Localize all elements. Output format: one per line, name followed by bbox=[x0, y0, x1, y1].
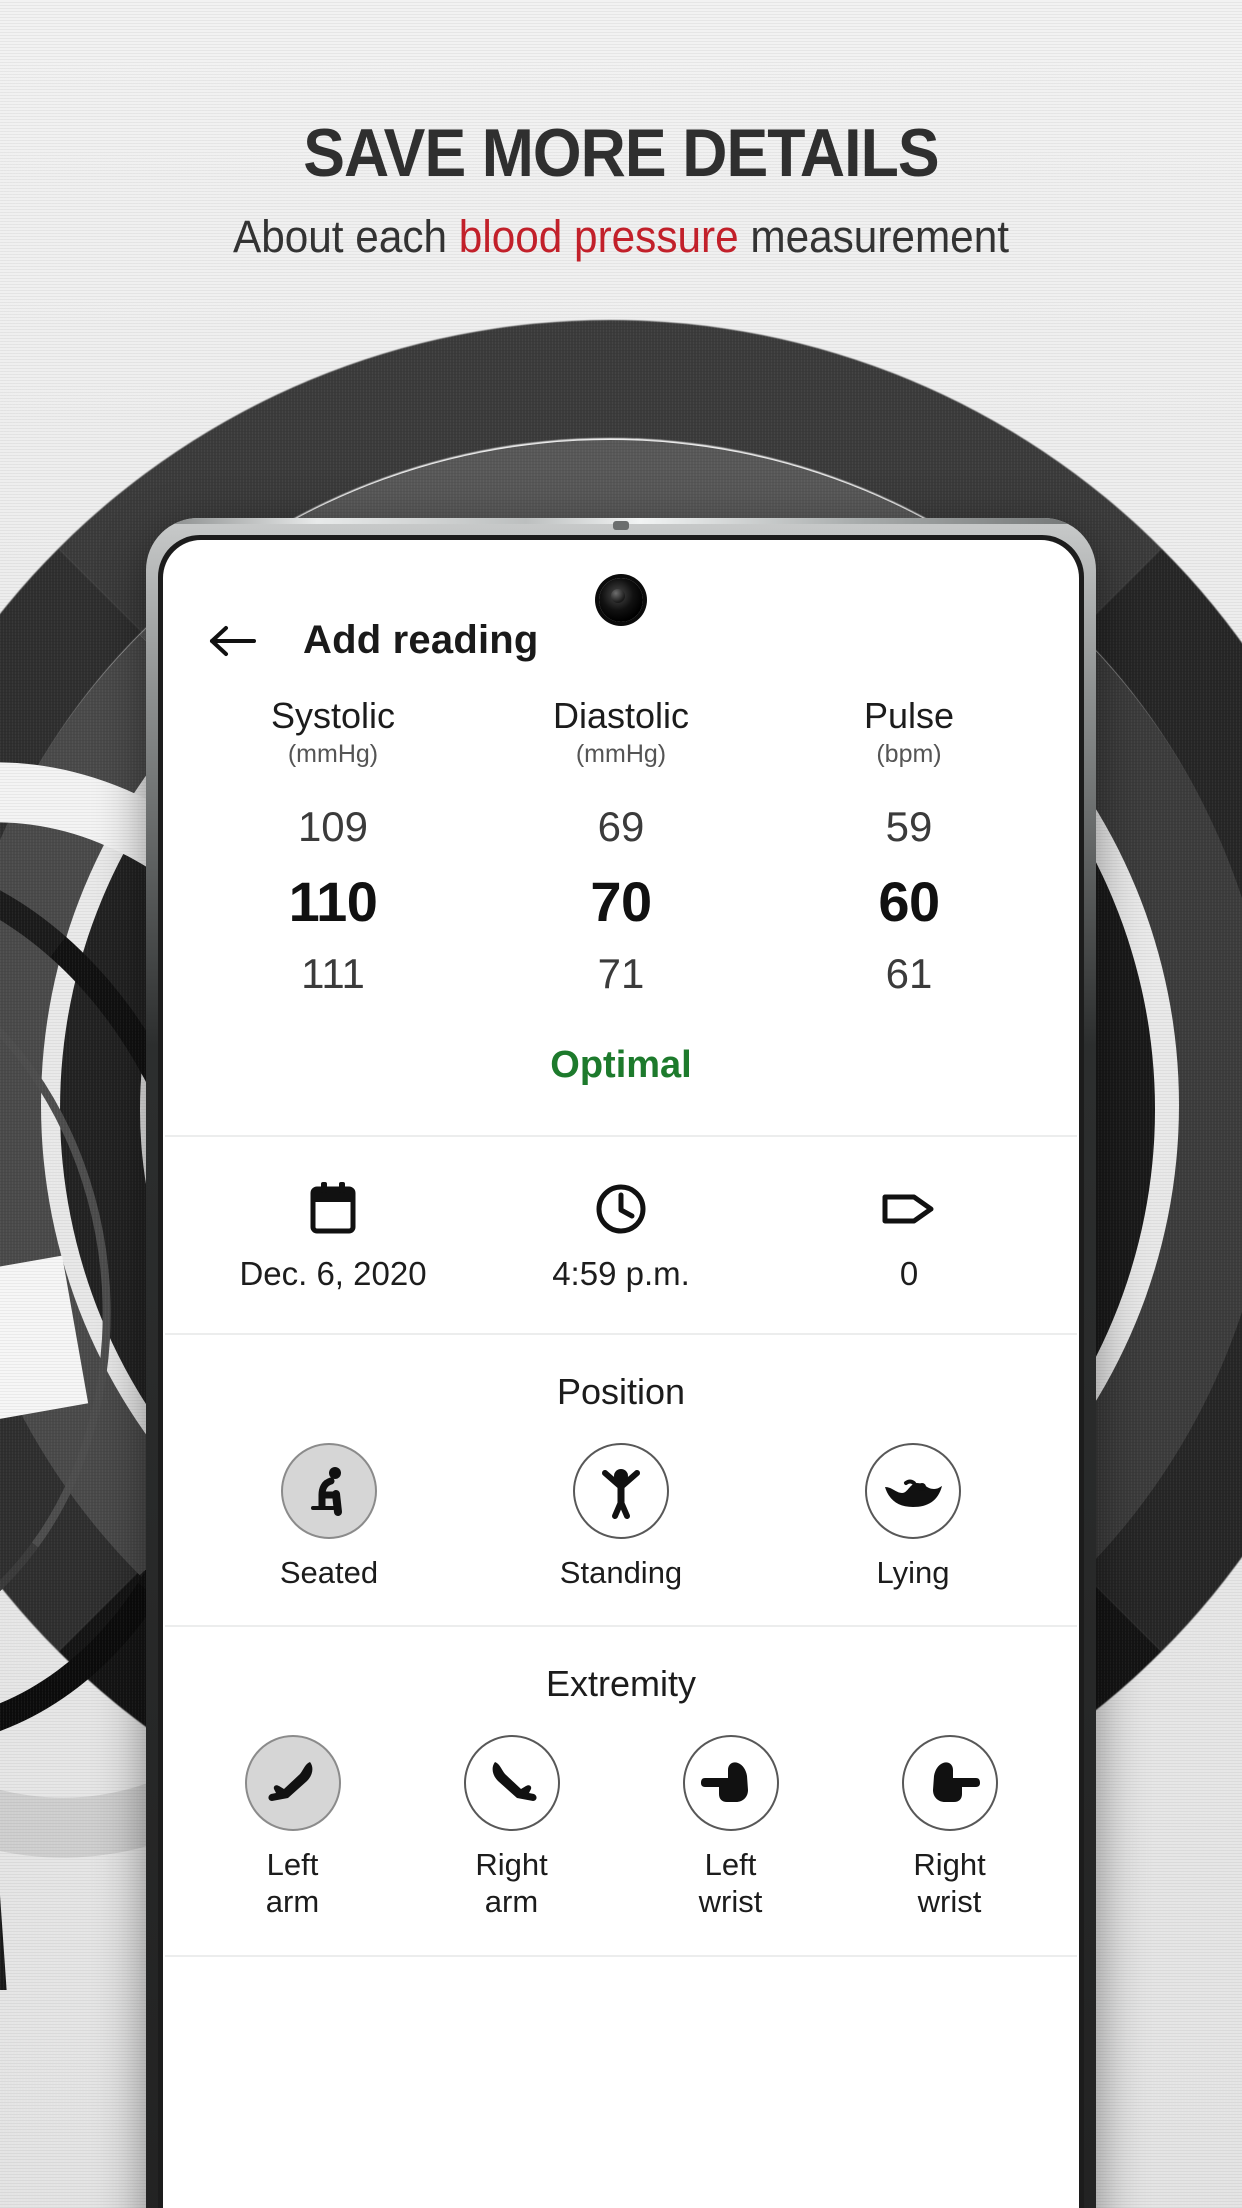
phone-frame: Add reading Systolic (mmHg) 109 110 111 … bbox=[146, 518, 1096, 2208]
reading-value[interactable]: 70 bbox=[477, 869, 765, 934]
reading-label: Systolic bbox=[270, 695, 396, 736]
person-seated-icon bbox=[281, 1442, 377, 1539]
reading-value[interactable]: 60 bbox=[765, 869, 1053, 934]
reading-unit: (bpm) bbox=[876, 739, 942, 768]
reading-label: Diastolic bbox=[552, 695, 690, 736]
extremity-option-right-wrist[interactable]: Right wrist bbox=[875, 1735, 1025, 1920]
position-option-label: Standing bbox=[559, 1554, 683, 1590]
position-choices: Seated Standing Lying bbox=[183, 1442, 1059, 1592]
position-option-lying[interactable]: Lying bbox=[838, 1442, 988, 1592]
page-title: Add reading bbox=[303, 618, 539, 662]
reading-value[interactable]: 110 bbox=[189, 869, 477, 934]
reading-previous-value[interactable]: 59 bbox=[765, 803, 1053, 851]
person-lying-icon bbox=[865, 1442, 961, 1539]
person-standing-icon bbox=[573, 1442, 669, 1539]
right-arm-icon bbox=[463, 1735, 560, 1832]
tags-field[interactable]: 0 bbox=[765, 1181, 1053, 1293]
left-wrist-icon bbox=[682, 1735, 779, 1832]
promo-subtitle: About each blood pressure measurement bbox=[37, 211, 1204, 263]
front-camera-icon bbox=[599, 578, 643, 622]
promo-subtitle-before: About each bbox=[233, 211, 459, 263]
reading-column-diastolic: Diastolic (mmHg) 69 70 71 bbox=[477, 695, 765, 998]
section-divider bbox=[165, 1954, 1077, 1957]
reading-unit: (mmHg) bbox=[287, 739, 379, 768]
extremity-option-label: Left arm bbox=[265, 1847, 320, 1920]
left-arm-icon bbox=[244, 1735, 341, 1832]
tag-icon bbox=[765, 1181, 1053, 1237]
meta-row: Dec. 6, 2020 4:59 p.m. 0 bbox=[163, 1137, 1079, 1333]
time-field[interactable]: 4:59 p.m. bbox=[477, 1181, 765, 1293]
calendar-icon bbox=[189, 1181, 477, 1237]
promo-header: SAVE MORE DETAILS About each blood press… bbox=[0, 115, 1242, 263]
extremity-option-left-wrist[interactable]: Left wrist bbox=[656, 1735, 806, 1920]
extremity-title: Extremity bbox=[545, 1663, 696, 1705]
reading-column-pulse: Pulse (bpm) 59 60 61 bbox=[765, 695, 1053, 998]
phone-bezel: Add reading Systolic (mmHg) 109 110 111 … bbox=[158, 535, 1084, 2208]
back-arrow-icon[interactable] bbox=[209, 622, 257, 660]
reading-previous-value[interactable]: 69 bbox=[477, 803, 765, 851]
extremity-option-label: Right wrist bbox=[913, 1847, 986, 1920]
extremity-section: Extremity Left arm Right arm Left wrist … bbox=[163, 1627, 1079, 1954]
extremity-option-right-arm[interactable]: Right arm bbox=[437, 1735, 587, 1920]
position-title: Position bbox=[556, 1370, 686, 1412]
position-option-seated[interactable]: Seated bbox=[254, 1442, 404, 1592]
date-value: Dec. 6, 2020 bbox=[239, 1254, 427, 1292]
reading-previous-value[interactable]: 109 bbox=[189, 803, 477, 851]
tags-count: 0 bbox=[899, 1254, 919, 1292]
promo-subtitle-highlight: blood pressure bbox=[458, 211, 739, 263]
extremity-option-label: Left wrist bbox=[698, 1847, 763, 1920]
position-option-standing[interactable]: Standing bbox=[546, 1442, 696, 1592]
reading-next-value[interactable]: 71 bbox=[477, 950, 765, 998]
reading-next-value[interactable]: 111 bbox=[189, 950, 477, 998]
position-section: Position Seated Standing Lying bbox=[163, 1335, 1079, 1626]
position-option-label: Seated bbox=[279, 1554, 379, 1590]
time-value: 4:59 p.m. bbox=[552, 1254, 690, 1292]
status-badge: Optimal bbox=[550, 1043, 692, 1086]
date-field[interactable]: Dec. 6, 2020 bbox=[189, 1181, 477, 1293]
reading-unit: (mmHg) bbox=[575, 739, 667, 768]
earpiece-speaker bbox=[613, 521, 629, 530]
reading-label: Pulse bbox=[863, 695, 955, 736]
promo-subtitle-after: measurement bbox=[738, 211, 1009, 263]
promo-title: SAVE MORE DETAILS bbox=[303, 115, 939, 191]
position-option-label: Lying bbox=[876, 1554, 950, 1590]
readings-row: Systolic (mmHg) 109 110 111 Diastolic (m… bbox=[163, 663, 1079, 998]
phone-mockup: Add reading Systolic (mmHg) 109 110 111 … bbox=[146, 518, 1096, 2208]
right-wrist-icon bbox=[901, 1735, 998, 1832]
reading-column-systolic: Systolic (mmHg) 109 110 111 bbox=[189, 695, 477, 998]
extremity-option-label: Right arm bbox=[475, 1847, 548, 1920]
clock-icon bbox=[477, 1181, 765, 1237]
reading-next-value[interactable]: 61 bbox=[765, 950, 1053, 998]
extremity-option-left-arm[interactable]: Left arm bbox=[218, 1735, 368, 1920]
phone-screen: Add reading Systolic (mmHg) 109 110 111 … bbox=[163, 540, 1079, 2208]
extremity-choices: Left arm Right arm Left wrist Right wris… bbox=[183, 1735, 1059, 1920]
